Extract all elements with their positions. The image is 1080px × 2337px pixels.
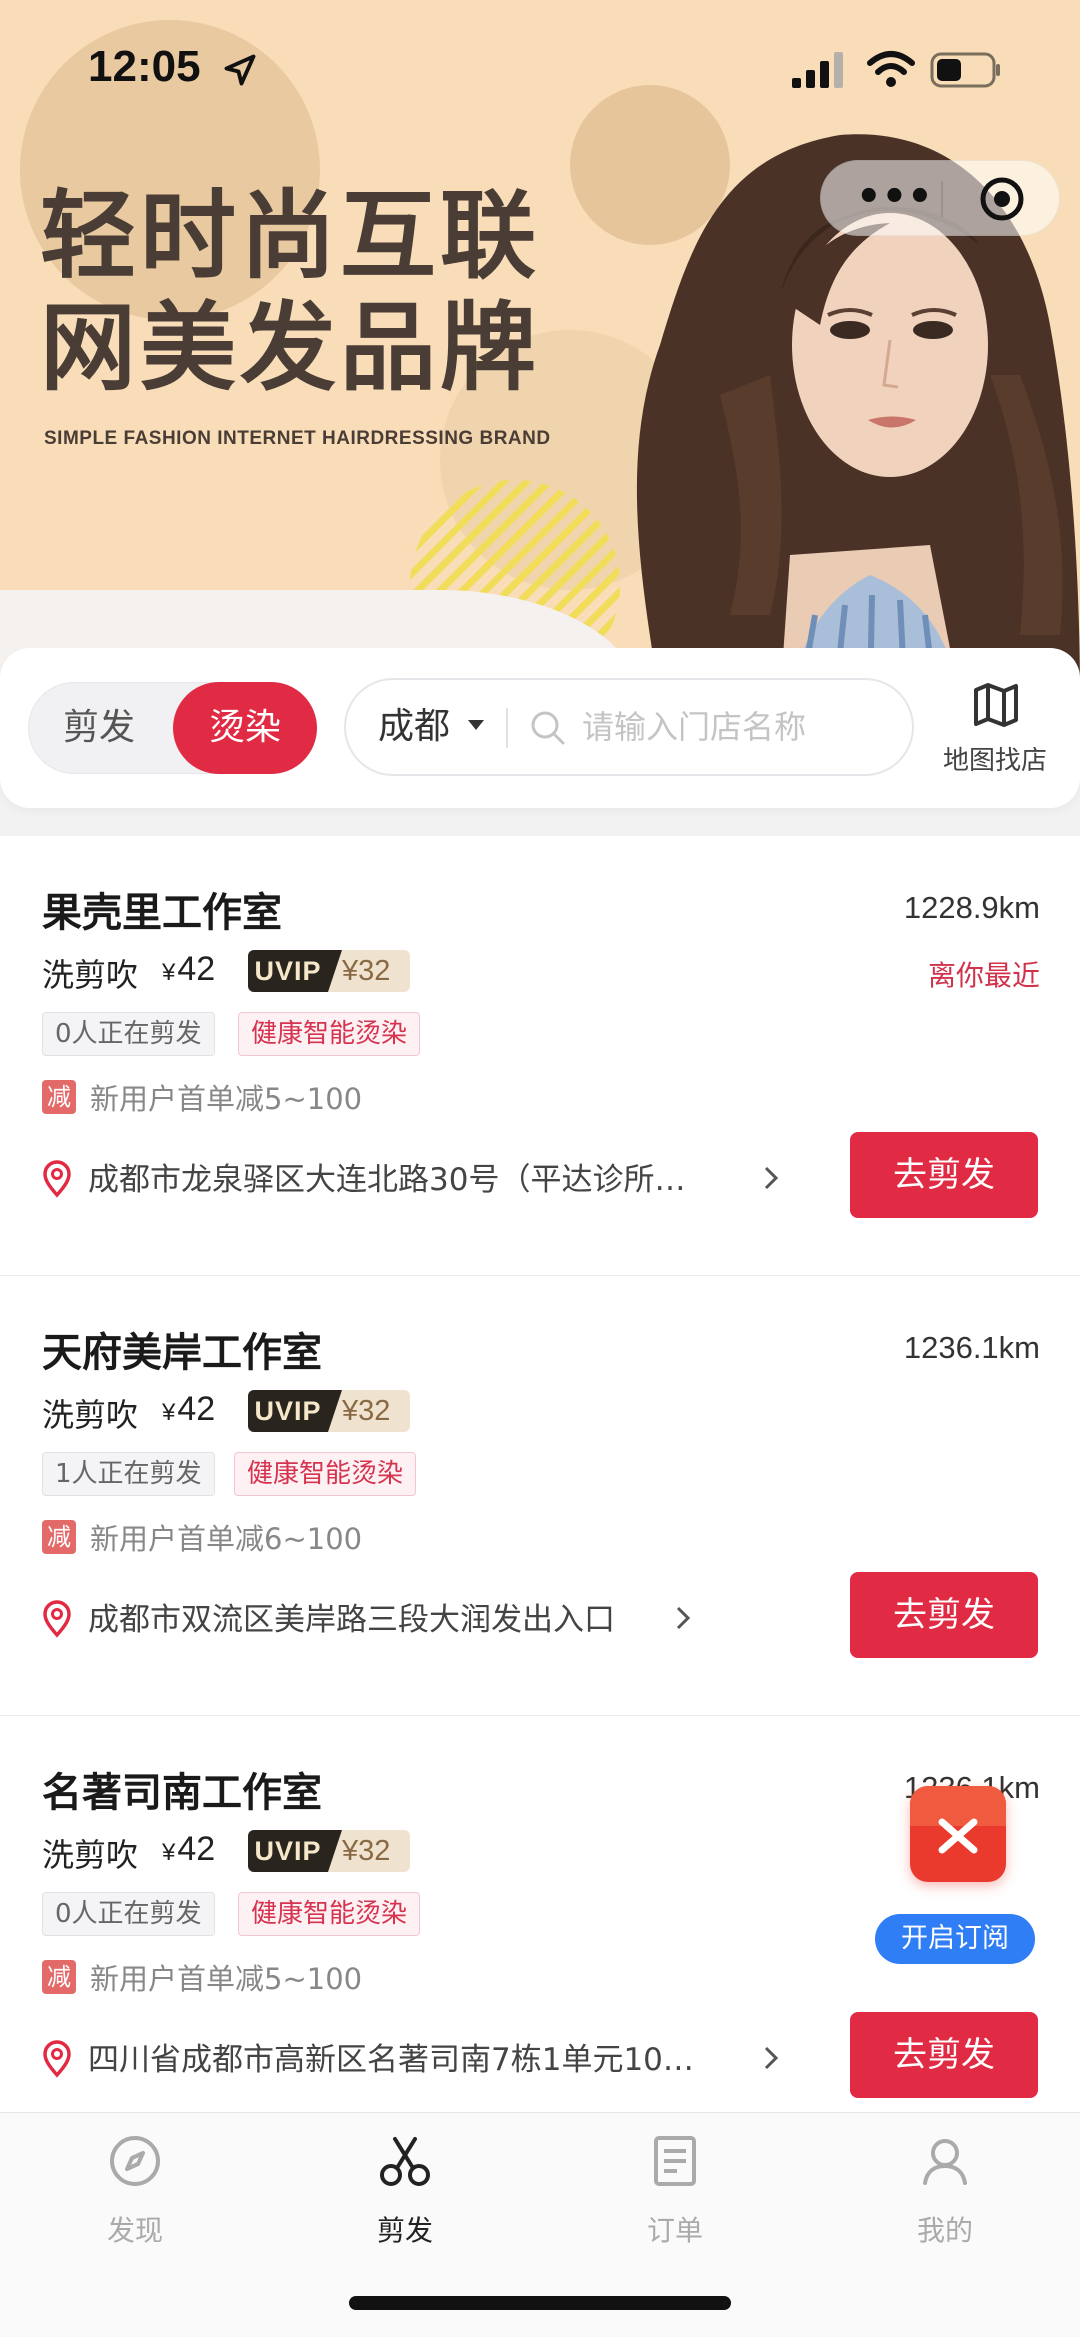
more-menu-button[interactable]: ••• xyxy=(856,177,933,219)
store-name: 天府美岸工作室 xyxy=(42,1330,322,1376)
feature-badge: 健康智能烫染 xyxy=(234,1452,417,1496)
currency-symbol: ¥ xyxy=(162,1399,176,1426)
feature-badge: 健康智能烫染 xyxy=(238,1892,421,1936)
tab-label: 发现 xyxy=(106,2214,163,2247)
vip-tag: UVIP xyxy=(248,1390,342,1432)
price-value: 42 xyxy=(177,1390,216,1428)
tab-profile[interactable]: 我的 xyxy=(810,2133,1080,2253)
order-icon xyxy=(654,2136,696,2186)
search-icon xyxy=(531,711,565,745)
status-time: 12:05 xyxy=(88,42,201,91)
go-haircut-button[interactable]: 去剪发 xyxy=(850,2012,1038,2098)
vip-price-badge: UVIP ¥32 xyxy=(248,950,410,992)
service-name: 洗剪吹 xyxy=(42,1836,139,1874)
price-value: 42 xyxy=(177,1830,216,1868)
discount-icon: 减 xyxy=(42,1520,76,1554)
discount-icon: 减 xyxy=(42,1080,76,1114)
vip-price-badge: UVIP ¥32 xyxy=(248,1830,410,1872)
home-indicator[interactable] xyxy=(349,2296,731,2310)
tab-label: 我的 xyxy=(916,2214,973,2247)
go-haircut-button[interactable]: 去剪发 xyxy=(850,1572,1038,1658)
discount-icon: 减 xyxy=(42,1960,76,1994)
city-selector[interactable]: 成都 xyxy=(378,680,450,774)
search-divider xyxy=(506,708,508,748)
store-address[interactable]: 四川省成都市高新区名著司南7栋1单元10… xyxy=(88,2034,694,2079)
vip-price: ¥32 xyxy=(342,1835,391,1867)
banner-headline-line2: 网美发品牌 xyxy=(40,292,540,404)
tab-discover[interactable]: 发现 xyxy=(0,2133,270,2253)
search-bar: 成都 请输入门店名称 xyxy=(344,678,914,776)
chevron-right-icon[interactable] xyxy=(762,2044,780,2072)
location-pin-icon xyxy=(43,2040,71,2078)
nearest-label: 离你最近 xyxy=(927,959,1040,992)
search-input[interactable]: 请输入门店名称 xyxy=(582,680,806,774)
vip-tag: UVIP xyxy=(248,950,342,992)
banner-headline: 轻时尚互联 网美发品牌 xyxy=(40,180,540,404)
filter-bar: 剪发 烫染 成都 请输入门店名称 地图找店 xyxy=(0,648,1080,808)
store-card[interactable]: 天府美岸工作室 1236.1km 洗剪吹 ¥42 UVIP ¥32 1人正在剪发… xyxy=(0,1276,1080,1716)
chevron-right-icon[interactable] xyxy=(674,1604,692,1632)
store-distance: 1228.9km xyxy=(903,890,1040,925)
tab-orders[interactable]: 订单 xyxy=(540,2133,810,2253)
capsule-divider xyxy=(941,181,943,217)
store-address[interactable]: 成都市双流区美岸路三段大润发出入口 xyxy=(88,1594,615,1639)
status-bar: 12:05 xyxy=(0,0,1080,140)
promo-text: 新用户首单减5~100 xyxy=(90,1082,363,1116)
tab-haircut[interactable]: 剪发 xyxy=(270,2133,540,2253)
service-price: ¥42 xyxy=(162,1830,215,1869)
location-arrow-icon xyxy=(224,54,256,86)
feature-badge: 健康智能烫染 xyxy=(238,1012,421,1056)
vip-price: ¥32 xyxy=(342,1395,391,1427)
store-distance: 1236.1km xyxy=(903,1330,1040,1365)
compass-icon xyxy=(110,2136,160,2186)
currency-symbol: ¥ xyxy=(162,1839,176,1866)
location-pin-icon xyxy=(43,1160,71,1198)
price-value: 42 xyxy=(177,950,216,988)
map-find-store-label: 地图找店 xyxy=(942,746,1047,776)
cutting-now-badge: 0人正在剪发 xyxy=(42,1012,215,1056)
scissors-icon xyxy=(380,2137,430,2186)
segment-haircut[interactable]: 剪发 xyxy=(29,683,169,773)
promo-text: 新用户首单减6~100 xyxy=(90,1522,363,1556)
tab-label: 订单 xyxy=(646,2214,703,2247)
store-name: 名著司南工作室 xyxy=(42,1770,322,1816)
promo-text: 新用户首单减5~100 xyxy=(90,1962,363,1996)
map-find-store-button[interactable]: 地图找店 xyxy=(930,674,1060,784)
miniprogram-capsule: ••• xyxy=(820,160,1060,236)
service-name: 洗剪吹 xyxy=(42,956,139,994)
segment-perm-dye[interactable]: 烫染 xyxy=(173,682,317,774)
currency-symbol: ¥ xyxy=(162,959,176,986)
service-price: ¥42 xyxy=(162,1390,215,1429)
battery-icon xyxy=(930,52,1000,88)
location-pin-icon xyxy=(43,1600,71,1638)
cutting-now-badge: 1人正在剪发 xyxy=(42,1452,215,1496)
tab-label: 剪发 xyxy=(376,2214,433,2247)
service-price: ¥42 xyxy=(162,950,215,989)
vip-price-badge: UVIP ¥32 xyxy=(248,1390,410,1432)
banner-headline-line1: 轻时尚互联 xyxy=(40,180,540,292)
go-haircut-button[interactable]: 去剪发 xyxy=(850,1132,1038,1218)
cellular-signal-icon xyxy=(792,52,843,88)
cutting-now-badge: 0人正在剪发 xyxy=(42,1892,215,1936)
subscribe-envelope-icon[interactable] xyxy=(910,1786,1006,1882)
caret-down-icon[interactable] xyxy=(468,720,484,730)
service-name: 洗剪吹 xyxy=(42,1396,139,1434)
subscribe-button[interactable]: 开启订阅 xyxy=(875,1914,1035,1964)
wifi-icon xyxy=(867,51,915,87)
service-segmented-control: 剪发 烫染 xyxy=(28,682,317,774)
profile-icon xyxy=(923,2139,967,2185)
close-cross-icon xyxy=(938,1818,978,1854)
close-miniprogram-icon[interactable] xyxy=(978,175,1026,223)
map-icon xyxy=(974,683,1018,727)
store-name: 果壳里工作室 xyxy=(42,890,282,936)
subscribe-widget[interactable]: 开启订阅 xyxy=(870,1776,1040,1966)
vip-tag: UVIP xyxy=(248,1830,342,1872)
store-address[interactable]: 成都市龙泉驿区大连北路30号（平达诊所… xyxy=(88,1154,685,1199)
banner-subline: SIMPLE FASHION INTERNET HAIRDRESSING BRA… xyxy=(44,428,551,449)
vip-price: ¥32 xyxy=(342,955,391,987)
chevron-right-icon[interactable] xyxy=(762,1164,780,1192)
store-card[interactable]: 果壳里工作室 1228.9km 离你最近 洗剪吹 ¥42 UVIP ¥32 0人… xyxy=(0,836,1080,1276)
